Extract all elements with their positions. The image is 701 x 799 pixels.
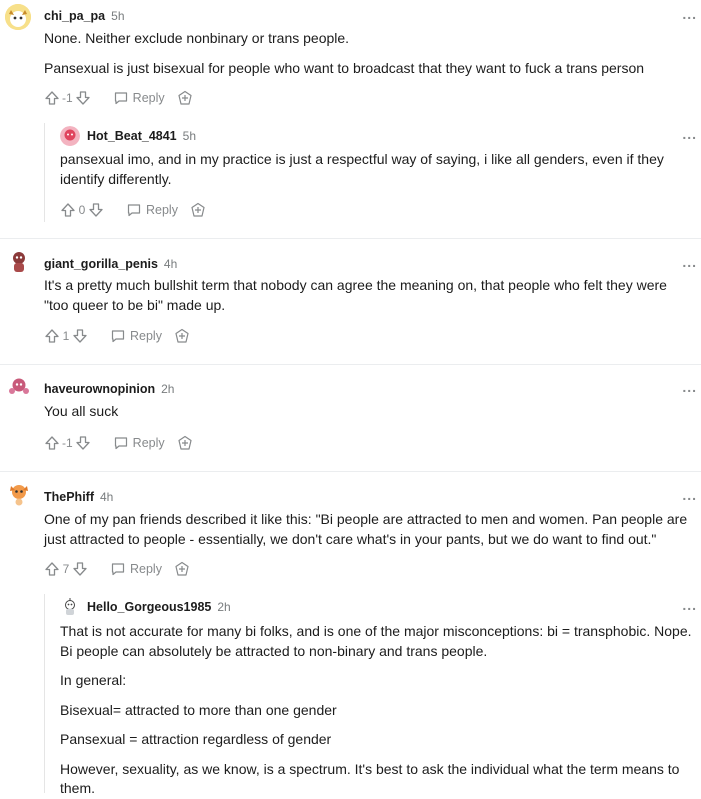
avatar[interactable]: [6, 248, 32, 274]
reply-button[interactable]: Reply: [110, 328, 162, 344]
timestamp[interactable]: 5h: [111, 9, 124, 23]
comment-author[interactable]: giant_gorilla_penis 4h: [44, 257, 177, 271]
comment-actions: 7 Reply: [44, 558, 190, 580]
comment-paragraph: In general:: [60, 672, 127, 688]
downvote-icon[interactable]: [88, 202, 104, 218]
more-options-icon[interactable]: ...: [682, 598, 697, 612]
avatar[interactable]: [60, 597, 80, 617]
reply-icon: [127, 204, 141, 217]
username[interactable]: chi_pa_pa: [44, 9, 105, 23]
award-icon[interactable]: [190, 202, 206, 218]
username[interactable]: haveurownopinion: [44, 382, 155, 396]
timestamp[interactable]: 2h: [161, 382, 174, 396]
vote-score: 1: [62, 329, 70, 343]
reply-label: Reply: [132, 91, 165, 105]
reply-icon: [114, 437, 127, 450]
timestamp[interactable]: 5h: [183, 129, 196, 143]
comment-author[interactable]: chi_pa_pa 5h: [44, 9, 125, 23]
comment-body: It's a pretty much bullshit term that no…: [44, 276, 694, 315]
avatar[interactable]: [6, 481, 32, 507]
more-options-icon[interactable]: ...: [682, 7, 697, 21]
username[interactable]: ThePhiff: [44, 490, 94, 504]
timestamp[interactable]: 2h: [217, 600, 230, 614]
comment-body: That is not accurate for many bi folks, …: [60, 622, 696, 799]
upvote-icon[interactable]: [44, 90, 60, 106]
comment-body: None. Neither exclude nonbinary or trans…: [44, 29, 694, 78]
comment-author[interactable]: haveurownopinion 2h: [44, 382, 174, 396]
comment-body: pansexual imo, and in my practice is jus…: [60, 150, 690, 189]
reply-icon: [111, 330, 125, 343]
award-icon[interactable]: [177, 435, 193, 451]
avatar[interactable]: [60, 126, 80, 146]
comment-body: One of my pan friends described it like …: [44, 510, 694, 549]
award-icon[interactable]: [174, 328, 190, 344]
reply-label: Reply: [146, 203, 178, 217]
award-icon[interactable]: [177, 90, 193, 106]
comment-paragraph: None. Neither exclude nonbinary or trans…: [44, 30, 350, 46]
timestamp[interactable]: 4h: [100, 490, 113, 504]
comment-paragraph: Bisexual= attracted to more than one gen…: [60, 701, 337, 718]
vote-score: -1: [62, 436, 73, 450]
comment-actions: -1 Reply: [44, 87, 193, 109]
thread-line[interactable]: [44, 594, 45, 793]
username[interactable]: Hello_Gorgeous1985: [87, 600, 211, 614]
comment-divider: [0, 471, 701, 472]
comment-paragraph: You all suck: [44, 403, 119, 419]
reply-button[interactable]: Reply: [113, 90, 165, 106]
vote-score: 7: [62, 562, 70, 576]
more-options-icon[interactable]: ...: [682, 488, 697, 502]
vote-score: -1: [62, 91, 73, 105]
reply-button[interactable]: Reply: [110, 561, 162, 577]
username[interactable]: Hot_Beat_4841: [87, 129, 177, 143]
comment-paragraph: It's a pretty much bullshit term that no…: [44, 277, 667, 313]
more-options-icon[interactable]: ...: [682, 255, 697, 269]
upvote-icon[interactable]: [60, 202, 76, 218]
comment-divider: [0, 364, 701, 365]
more-options-icon[interactable]: ...: [682, 380, 697, 394]
downvote-icon[interactable]: [75, 435, 91, 451]
comment-actions: 1 Reply: [44, 325, 190, 347]
comment-paragraph: That is not accurate for many bi folks, …: [60, 623, 692, 659]
reply-label: Reply: [130, 562, 162, 576]
reply-label: Reply: [132, 436, 165, 450]
comment-paragraph: pansexual imo, and in my practice is jus…: [60, 151, 664, 187]
comment-actions: 0 Reply: [60, 199, 206, 221]
comment-author[interactable]: Hello_Gorgeous1985 2h: [87, 600, 231, 614]
comment-body: You all suck: [44, 402, 694, 422]
downvote-icon[interactable]: [72, 561, 88, 577]
upvote-icon[interactable]: [44, 328, 60, 344]
vote-score: 0: [78, 203, 86, 217]
comment-author[interactable]: Hot_Beat_4841 5h: [87, 129, 196, 143]
award-icon[interactable]: [174, 561, 190, 577]
comment-paragraph: Pansexual = attraction regardless of gen…: [60, 731, 332, 747]
reply-icon: [111, 563, 125, 576]
downvote-icon[interactable]: [72, 328, 88, 344]
comment-author[interactable]: ThePhiff 4h: [44, 490, 113, 504]
thread-line[interactable]: [44, 123, 45, 222]
avatar[interactable]: [6, 374, 32, 400]
comment-actions: -1 Reply: [44, 432, 193, 454]
reply-button[interactable]: Reply: [126, 202, 178, 218]
reply-icon: [114, 92, 127, 105]
comment-paragraph: Pansexual is just bisexual for people wh…: [44, 59, 645, 76]
more-options-icon[interactable]: ...: [682, 127, 697, 141]
upvote-icon[interactable]: [44, 435, 60, 451]
username[interactable]: giant_gorilla_penis: [44, 257, 158, 271]
reply-label: Reply: [130, 329, 162, 343]
downvote-icon[interactable]: [75, 90, 91, 106]
upvote-icon[interactable]: [44, 561, 60, 577]
avatar[interactable]: [5, 4, 31, 30]
comment-divider: [0, 238, 701, 239]
reply-button[interactable]: Reply: [113, 435, 165, 451]
comment-paragraph: One of my pan friends described it like …: [44, 511, 688, 547]
timestamp[interactable]: 4h: [164, 257, 177, 271]
